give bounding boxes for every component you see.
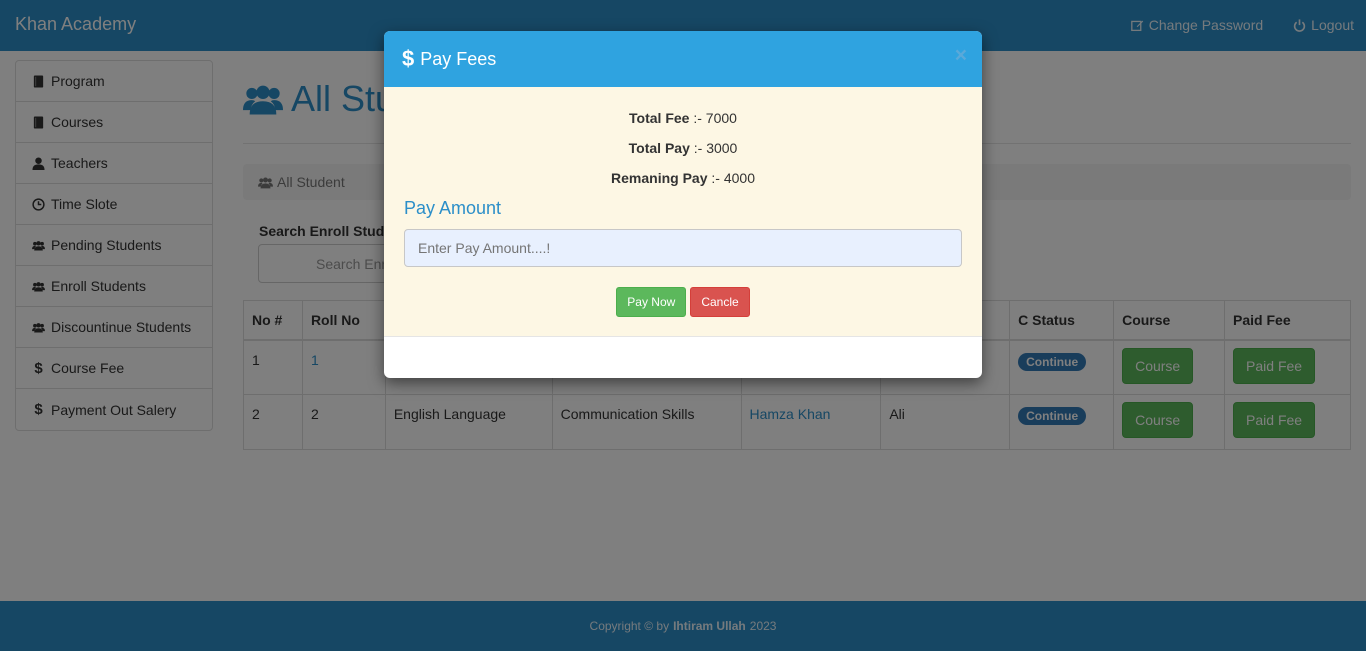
pay-now-button[interactable]: Pay Now bbox=[616, 287, 687, 317]
modal-actions: Pay Now Cancle bbox=[384, 287, 982, 317]
remaining-pay-label: Remaning Pay bbox=[611, 170, 708, 186]
total-pay-value: :- 3000 bbox=[693, 140, 738, 156]
cancel-button[interactable]: Cancle bbox=[690, 287, 750, 317]
modal-body: Total Fee :- 7000 Total Pay :- 3000 Rema… bbox=[384, 87, 982, 337]
total-pay-line: Total Pay :- 3000 bbox=[384, 140, 982, 156]
total-fee-line: Total Fee :- 7000 bbox=[384, 110, 982, 126]
pay-fees-modal: $ Pay Fees × Total Fee :- 7000 Total Pay… bbox=[384, 31, 982, 378]
remaining-pay-line: Remaning Pay :- 4000 bbox=[384, 170, 982, 186]
close-icon[interactable]: × bbox=[955, 44, 967, 68]
modal-header: $ Pay Fees × bbox=[384, 31, 982, 87]
pay-amount-input[interactable] bbox=[404, 229, 962, 267]
remaining-pay-value: :- 4000 bbox=[711, 170, 755, 186]
total-pay-label: Total Pay bbox=[628, 140, 690, 156]
modal-title: Pay Fees bbox=[420, 48, 497, 69]
total-fee-label: Total Fee bbox=[629, 110, 690, 126]
pay-amount-label: Pay Amount bbox=[404, 198, 502, 218]
total-fee-value: :- 7000 bbox=[693, 110, 737, 126]
dollar-icon: $ bbox=[402, 46, 415, 71]
